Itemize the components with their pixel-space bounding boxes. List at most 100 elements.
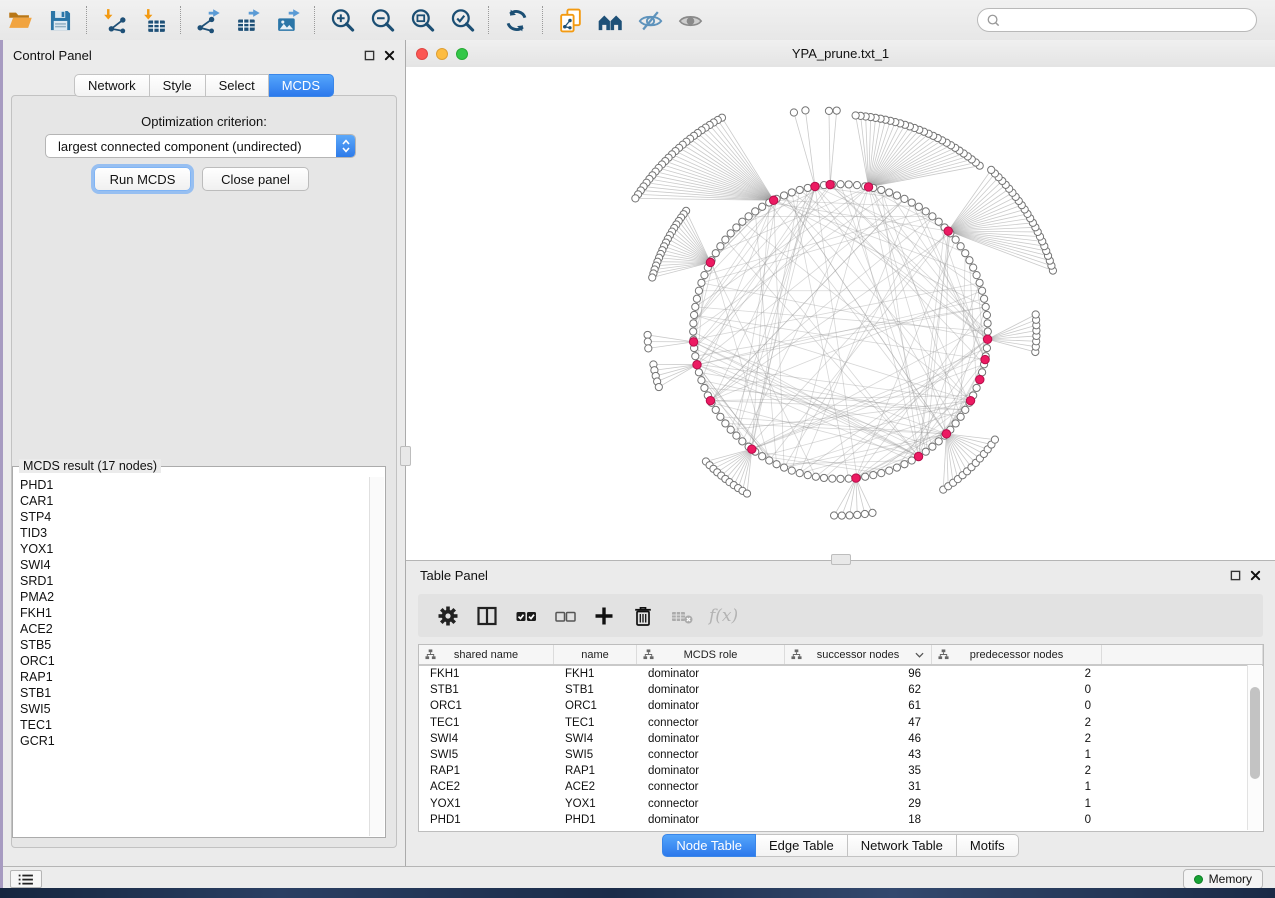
network-from-selection-button[interactable] <box>550 3 590 37</box>
zoom-selected-button[interactable] <box>442 3 482 37</box>
table-scrollbar-thumb[interactable] <box>1250 687 1260 779</box>
mcds-hub-node[interactable] <box>852 474 860 482</box>
mcds-result-item[interactable]: YOX1 <box>20 541 370 557</box>
export-table-button[interactable] <box>228 3 268 37</box>
network-node[interactable] <box>804 184 811 191</box>
network-node[interactable] <box>929 443 936 450</box>
network-node[interactable] <box>922 448 929 455</box>
mcds-hub-node[interactable] <box>864 183 872 191</box>
network-node[interactable] <box>722 420 729 427</box>
search-field[interactable] <box>977 8 1257 32</box>
network-node[interactable] <box>780 192 787 199</box>
network-node[interactable] <box>645 345 652 352</box>
network-node[interactable] <box>929 213 936 220</box>
network-node[interactable] <box>820 474 827 481</box>
network-node[interactable] <box>727 426 734 433</box>
network-node[interactable] <box>982 303 989 310</box>
network-node[interactable] <box>952 236 959 243</box>
float-panel-icon[interactable] <box>1230 570 1241 581</box>
task-history-button[interactable] <box>10 870 42 888</box>
column-header-predecessor-nodes[interactable]: predecessor nodes <box>932 645 1102 664</box>
mcds-hub-node[interactable] <box>966 396 974 404</box>
mcds-hub-node[interactable] <box>944 227 952 235</box>
network-node[interactable] <box>644 338 651 345</box>
network-node[interactable] <box>853 182 860 189</box>
memory-button[interactable]: Memory <box>1183 869 1263 889</box>
search-input[interactable] <box>1005 12 1256 28</box>
import-table-button[interactable] <box>134 3 174 37</box>
add-column-button[interactable] <box>590 602 617 629</box>
export-network-button[interactable] <box>188 3 228 37</box>
network-node[interactable] <box>788 467 795 474</box>
network-node[interactable] <box>870 472 877 479</box>
network-node[interactable] <box>837 475 844 482</box>
criterion-dropdown[interactable]: largest connected component (undirected) <box>45 134 356 158</box>
mcds-result-item[interactable]: ORC1 <box>20 653 370 669</box>
network-node[interactable] <box>893 192 900 199</box>
hide-selected-button[interactable] <box>630 3 670 37</box>
table-row[interactable]: ACE2ACE2connector311 <box>419 779 1263 795</box>
table-settings-button[interactable] <box>434 602 461 629</box>
network-node[interactable] <box>655 383 662 390</box>
mcds-hub-node[interactable] <box>706 396 714 404</box>
table-row[interactable]: TEC1TEC1connector472 <box>419 715 1263 731</box>
network-node[interactable] <box>796 186 803 193</box>
close-panel-icon[interactable] <box>384 50 395 61</box>
network-node[interactable] <box>991 436 998 443</box>
network-node[interactable] <box>845 181 852 188</box>
zoom-fit-button[interactable] <box>402 3 442 37</box>
network-node[interactable] <box>908 199 915 206</box>
network-node[interactable] <box>780 464 787 471</box>
network-node[interactable] <box>861 510 868 517</box>
network-node[interactable] <box>869 509 876 516</box>
network-node[interactable] <box>957 243 964 250</box>
network-node[interactable] <box>852 112 859 119</box>
network-node[interactable] <box>766 457 773 464</box>
network-node[interactable] <box>966 257 973 264</box>
network-node[interactable] <box>952 420 959 427</box>
mcds-result-item[interactable]: ACE2 <box>20 621 370 637</box>
toggle-columns-button[interactable] <box>473 602 500 629</box>
mcds-result-item[interactable]: PHD1 <box>20 477 370 493</box>
network-node[interactable] <box>973 384 980 391</box>
network-node[interactable] <box>690 328 697 335</box>
mcds-hub-node[interactable] <box>826 180 834 188</box>
table-row[interactable]: FKH1FKH1dominator962 <box>419 666 1263 682</box>
network-node[interactable] <box>644 331 651 338</box>
network-node[interactable] <box>632 195 639 202</box>
network-node[interactable] <box>825 107 832 114</box>
mcds-list-scrollbar[interactable] <box>369 477 384 836</box>
table-row[interactable]: SWI4SWI4dominator462 <box>419 731 1263 747</box>
network-node[interactable] <box>796 470 803 477</box>
column-header-MCDS-role[interactable]: MCDS role <box>637 645 785 664</box>
network-node[interactable] <box>790 109 797 116</box>
network-node[interactable] <box>962 250 969 257</box>
network-node[interactable] <box>837 181 844 188</box>
delete-column-button[interactable] <box>629 602 656 629</box>
mcds-hub-node[interactable] <box>769 196 777 204</box>
zoom-in-button[interactable] <box>322 3 362 37</box>
network-node[interactable] <box>759 453 766 460</box>
network-node[interactable] <box>739 438 746 445</box>
network-node[interactable] <box>690 311 697 318</box>
deselect-all-button[interactable] <box>551 602 578 629</box>
table-row[interactable]: RAP1RAP1dominator352 <box>419 763 1263 779</box>
close-panel-button[interactable]: Close panel <box>202 167 309 191</box>
network-node[interactable] <box>733 224 740 231</box>
mcds-result-item[interactable]: STP4 <box>20 509 370 525</box>
network-node[interactable] <box>893 464 900 471</box>
tab-network[interactable]: Network <box>74 74 150 97</box>
table-row[interactable]: ORC1ORC1dominator610 <box>419 698 1263 714</box>
vertical-split-handle[interactable] <box>400 446 411 466</box>
mcds-hub-node[interactable] <box>748 445 756 453</box>
network-node[interactable] <box>886 467 893 474</box>
network-node[interactable] <box>957 413 964 420</box>
network-node[interactable] <box>804 472 811 479</box>
mcds-hub-node[interactable] <box>693 360 701 368</box>
network-node[interactable] <box>745 213 752 220</box>
network-node[interactable] <box>695 369 702 376</box>
network-node[interactable] <box>915 203 922 210</box>
network-node[interactable] <box>712 406 719 413</box>
network-node[interactable] <box>833 107 840 114</box>
network-node[interactable] <box>743 490 750 497</box>
